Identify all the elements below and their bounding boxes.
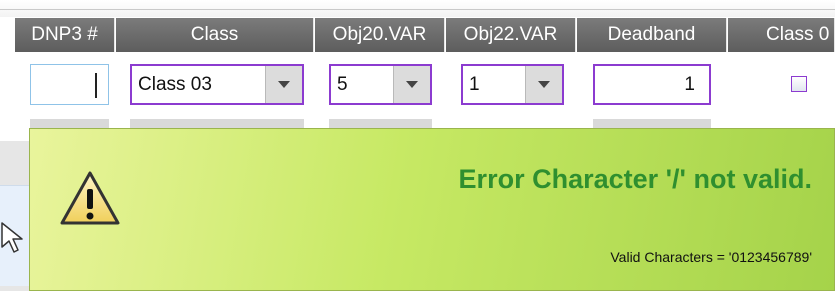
dnp3-number-input[interactable] [30, 64, 109, 105]
window-top-bar [0, 0, 835, 17]
mouse-cursor-icon [1, 222, 23, 253]
chevron-down-icon [406, 81, 418, 88]
deadband-value: 1 [684, 73, 695, 95]
column-header-obj22[interactable]: Obj22.VAR [446, 18, 576, 52]
column-header-class[interactable]: Class [116, 18, 314, 52]
class-dropdown-button[interactable] [265, 66, 302, 103]
column-header-obj20[interactable]: Obj20.VAR [315, 18, 445, 52]
chevron-down-icon [278, 81, 290, 88]
column-header-class0[interactable]: Class 0 [728, 18, 835, 52]
deadband-input[interactable]: 1 [593, 64, 711, 105]
obj20-var-select[interactable]: 5 [329, 64, 432, 105]
error-message-detail: Valid Characters = '0123456789' [610, 249, 812, 265]
class-select[interactable]: Class 03 [130, 64, 304, 105]
obj22-var-select[interactable]: 1 [461, 64, 564, 105]
chevron-down-icon [538, 81, 550, 88]
obj20-dropdown-button[interactable] [393, 66, 430, 103]
table-row: Class 03 5 1 1 [0, 64, 835, 108]
class0-checkbox[interactable] [791, 76, 807, 92]
column-header-deadband[interactable]: Deadband [577, 18, 727, 52]
obj20-var-value: 5 [337, 73, 348, 95]
text-caret [95, 73, 97, 98]
obj22-dropdown-button[interactable] [525, 66, 562, 103]
obj22-var-value: 1 [469, 73, 480, 95]
error-tooltip: Error Character '/' not valid. Valid Cha… [29, 128, 835, 291]
grid-header: DNP3 # Class Obj20.VAR Obj22.VAR Deadban… [0, 18, 835, 52]
column-header-dnp3[interactable]: DNP3 # [15, 18, 115, 52]
error-message-title: Error Character '/' not valid. [458, 164, 812, 194]
warning-icon [60, 171, 120, 225]
class-select-value: Class 03 [138, 73, 212, 95]
